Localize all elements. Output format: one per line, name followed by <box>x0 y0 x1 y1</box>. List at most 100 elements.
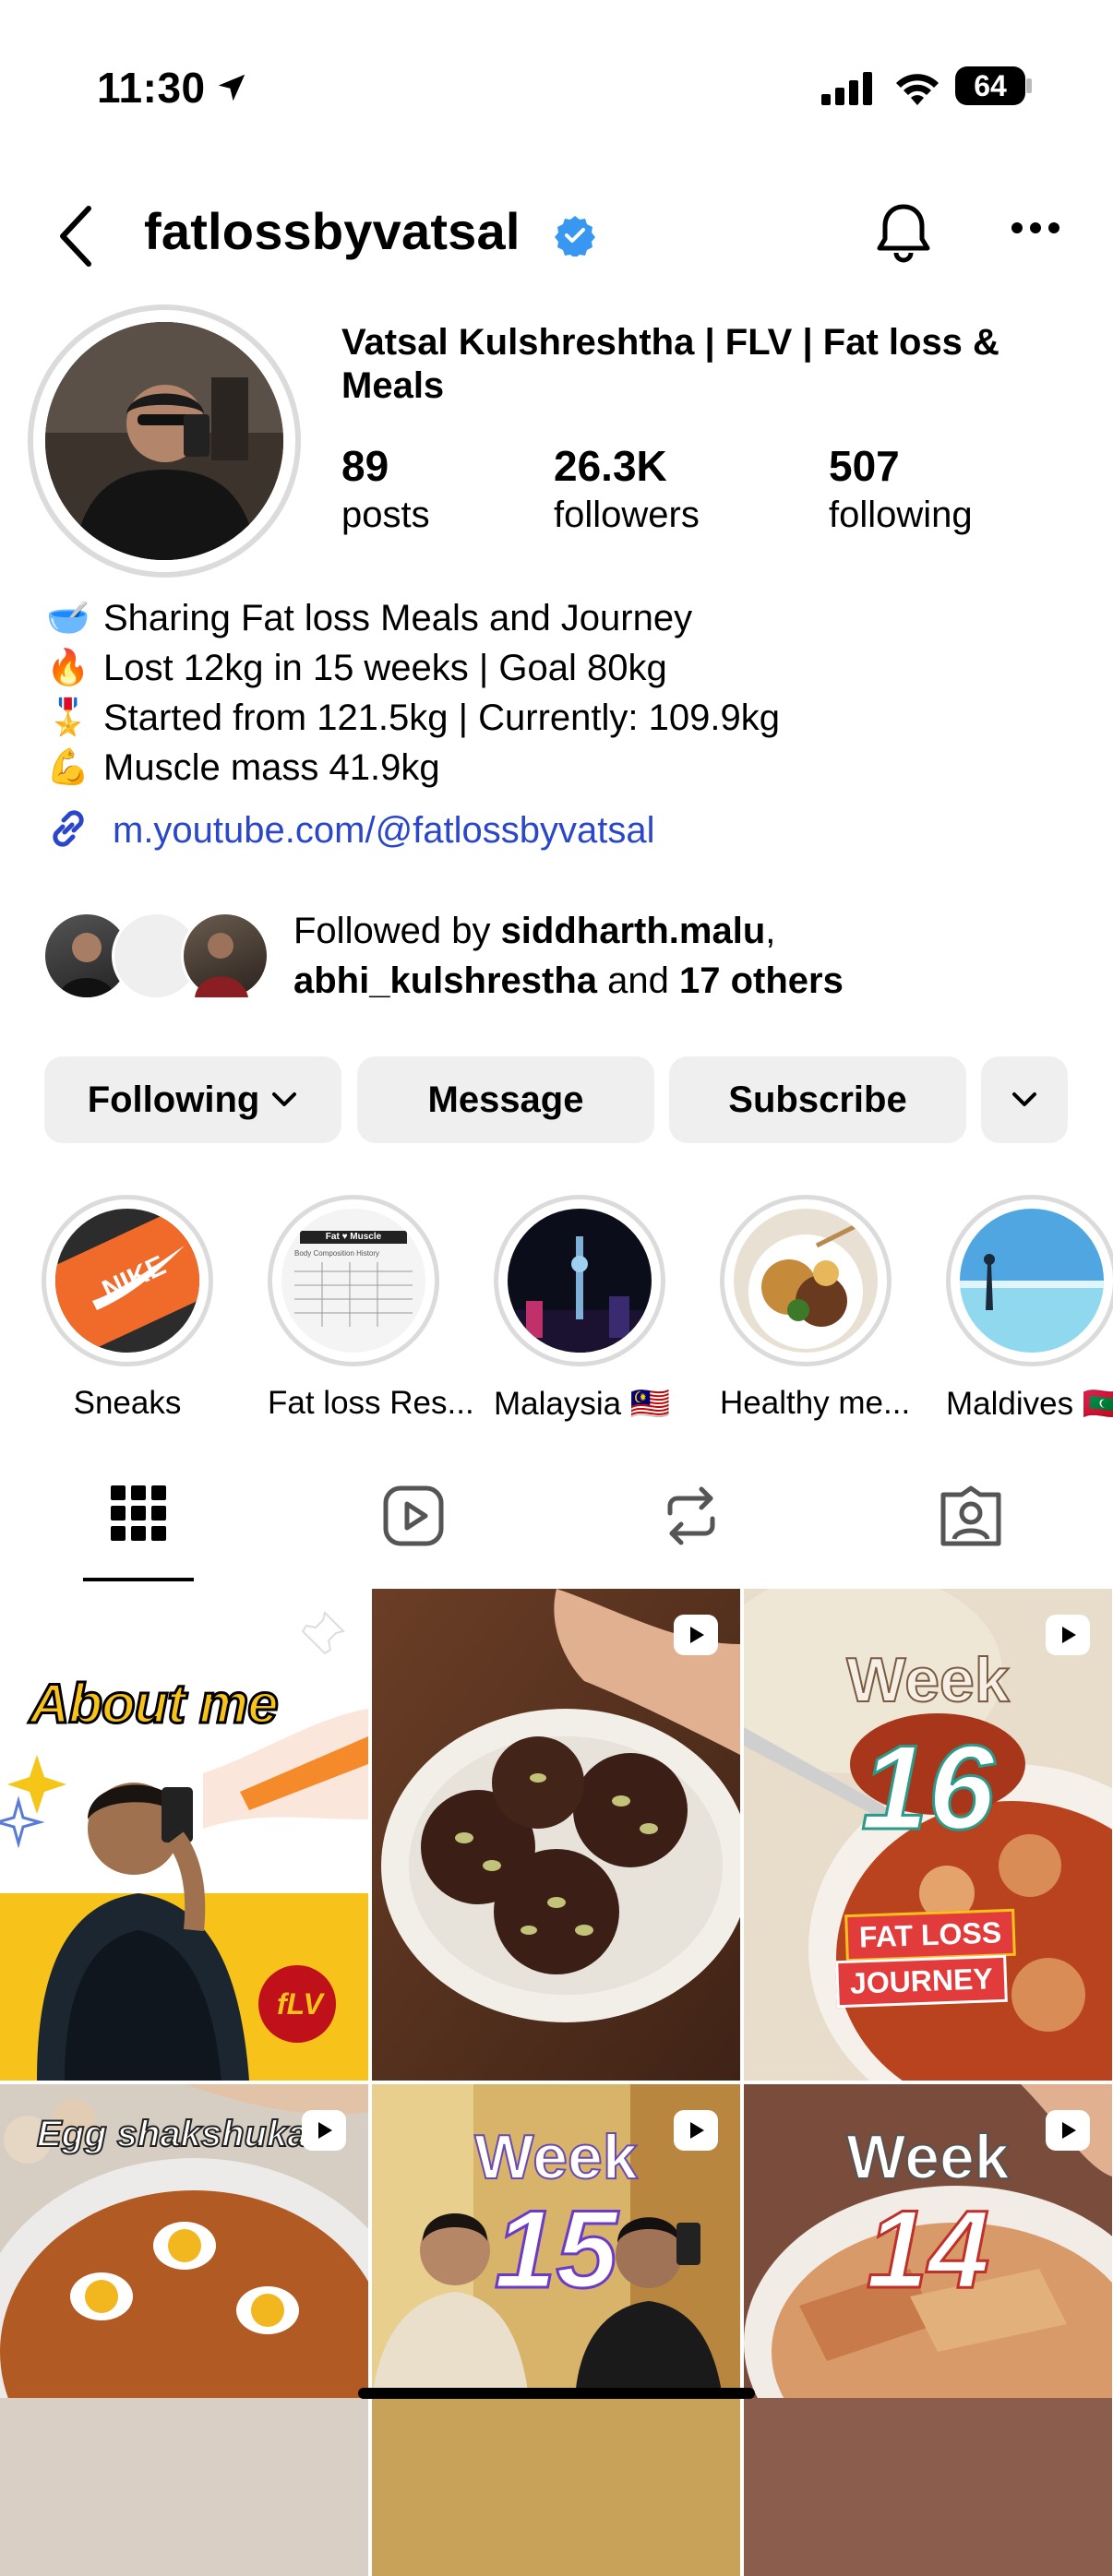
post-week-number: 15 <box>493 2187 618 2313</box>
grid-post[interactable]: Egg shakshuka <box>0 2084 368 2576</box>
grid-post[interactable] <box>372 1589 740 2081</box>
profile-username: fatlossbyvatsal <box>144 202 521 260</box>
reel-icon <box>302 2110 346 2151</box>
tagged-person-icon <box>939 1485 1002 1550</box>
highlight-label: Fat loss Res... <box>268 1385 474 1421</box>
message-button[interactable]: Message <box>357 1056 654 1143</box>
battery-cap <box>1026 78 1032 93</box>
highlight-malaysia[interactable]: Malaysia 🇲🇾 <box>494 1195 671 1423</box>
bio-text: Muscle mass 41.9kg <box>103 747 440 788</box>
following-button[interactable]: Following <box>44 1056 341 1143</box>
followers-count: 26.3K <box>554 442 667 490</box>
mutual-followers-avatars[interactable] <box>42 912 273 1004</box>
following-count: 507 <box>829 442 900 490</box>
active-tab-indicator <box>83 1578 194 1581</box>
tab-reposts[interactable] <box>663 1485 720 1551</box>
back-arrow-icon[interactable] <box>54 203 100 274</box>
profile-photo <box>45 322 283 560</box>
highlight-thumbnail <box>508 1209 652 1353</box>
grid-post[interactable]: Week 15 <box>372 2084 740 2576</box>
post-caption: About me <box>29 1672 281 1736</box>
post-week-number: 16 <box>860 1719 997 1856</box>
location-arrow-icon <box>214 70 249 110</box>
highlight-thumbnail <box>734 1209 878 1353</box>
followed-by-text[interactable]: Followed by siddharth.malu, abhi_kulshre… <box>293 906 844 1006</box>
post-caption: Egg shakshuka <box>36 2113 308 2155</box>
highlight-fat-loss[interactable]: Fat ♥ Muscle Body Composition History Fa… <box>268 1195 474 1422</box>
and-text: and <box>597 960 679 1001</box>
mutual-others[interactable]: 17 others <box>679 960 844 1001</box>
notification-bell-icon[interactable] <box>872 201 935 270</box>
posts-count: 89 <box>341 442 389 490</box>
reel-icon <box>674 2110 718 2151</box>
grid-icon <box>111 1485 166 1544</box>
highlight-thumb-subtitle: Body Composition History <box>294 1249 380 1258</box>
status-time: 11:30 <box>97 64 206 112</box>
medal-emoji-icon: 🎖️ <box>46 698 90 737</box>
subscribe-button-label: Subscribe <box>728 1079 907 1120</box>
bio-text: Sharing Fat loss Meals and Journey <box>103 598 693 638</box>
tab-tagged[interactable] <box>939 1485 1002 1551</box>
highlight-thumbnail <box>960 1209 1104 1353</box>
followers-stat[interactable]: 26.3K followers <box>554 441 700 536</box>
bio-line: 🥣 Sharing Fat loss Meals and Journey <box>46 593 1080 643</box>
pin-icon <box>297 1609 347 1664</box>
subscribe-button[interactable]: Subscribe <box>669 1056 966 1143</box>
tab-reels[interactable] <box>383 1485 444 1551</box>
message-button-label: Message <box>427 1079 584 1120</box>
reel-icon <box>1046 1615 1090 1655</box>
highlight-healthy-meals[interactable]: Healthy me... <box>720 1195 911 1422</box>
highlight-maldives[interactable]: Maldives 🇲🇻 <box>946 1195 1113 1423</box>
highlight-sneaks[interactable]: NIKE Sneaks <box>42 1195 213 1422</box>
battery-level: 64 <box>974 68 1007 102</box>
post-week-number: 14 <box>865 2187 990 2313</box>
grid-post[interactable]: Week 14 <box>744 2084 1112 2576</box>
grid-post[interactable]: About me fLV <box>0 1589 368 2081</box>
suggested-accounts-button[interactable] <box>981 1056 1068 1143</box>
highlight-label: Healthy me... <box>720 1385 911 1421</box>
bio-text: Started from 121.5kg | Currently: 109.9k… <box>103 698 780 738</box>
highlight-thumb-header: Fat ♥ Muscle <box>300 1231 407 1244</box>
cellular-signal-icon <box>821 72 873 110</box>
wifi-icon <box>895 68 939 110</box>
highlight-label: Malaysia 🇲🇾 <box>494 1386 671 1422</box>
profile-bio: 🥣 Sharing Fat loss Meals and Journey 🔥 Los… <box>46 593 1080 793</box>
reel-icon <box>674 1615 718 1655</box>
tab-posts-grid[interactable] <box>111 1485 166 1545</box>
chevron-down-icon <box>1011 1091 1038 1109</box>
highlight-thumbnail: Fat ♥ Muscle Body Composition History <box>281 1209 425 1353</box>
following-label: following <box>829 495 973 535</box>
reels-icon <box>383 1485 444 1550</box>
reel-icon <box>1046 2110 1090 2151</box>
profile-link[interactable]: m.youtube.com/@fatlossbyvatsal <box>44 805 655 857</box>
profile-avatar[interactable] <box>28 304 301 578</box>
bio-line: 💪 Muscle mass 41.9kg <box>46 743 1080 793</box>
chevron-down-icon <box>270 1091 298 1109</box>
post-tag: JOURNEY <box>835 1954 1008 2009</box>
mutual-user-2[interactable]: abhi_kulshrestha <box>293 960 597 1001</box>
grid-post[interactable]: Week 16 FAT LOSS JOURNEY <box>744 1589 1112 2081</box>
link-icon <box>44 805 92 857</box>
bowl-emoji-icon: 🥣 <box>46 599 90 638</box>
brand-logo: fLV <box>277 1987 323 2021</box>
mutual-user-1[interactable]: siddharth.malu <box>501 911 766 951</box>
following-button-label: Following <box>87 1079 260 1120</box>
battery-icon: 64 <box>955 66 1025 105</box>
flexed-bicep-emoji-icon: 💪 <box>46 748 90 787</box>
link-url[interactable]: m.youtube.com/@fatlossbyvatsal <box>113 810 655 852</box>
posts-label: posts <box>341 495 430 535</box>
home-indicator[interactable] <box>358 2388 755 2399</box>
bio-line: 🎖️ Started from 121.5kg | Currently: 109.… <box>46 693 1080 743</box>
highlight-thumbnail: NIKE <box>55 1209 199 1353</box>
avatar <box>181 912 269 1000</box>
bio-text: Lost 12kg in 15 weeks | Goal 80kg <box>103 648 667 688</box>
more-options-icon[interactable] <box>1011 221 1060 239</box>
followers-label: followers <box>554 495 700 535</box>
highlight-label: Sneaks <box>73 1385 182 1421</box>
following-stat[interactable]: 507 following <box>829 441 973 536</box>
highlight-label: Maldives 🇲🇻 <box>946 1386 1113 1422</box>
comma: , <box>765 911 776 951</box>
posts-stat[interactable]: 89 posts <box>341 441 430 536</box>
repost-icon <box>663 1486 720 1550</box>
profile-full-name: Vatsal Kulshreshtha | FLV | Fat loss & M… <box>341 322 999 406</box>
